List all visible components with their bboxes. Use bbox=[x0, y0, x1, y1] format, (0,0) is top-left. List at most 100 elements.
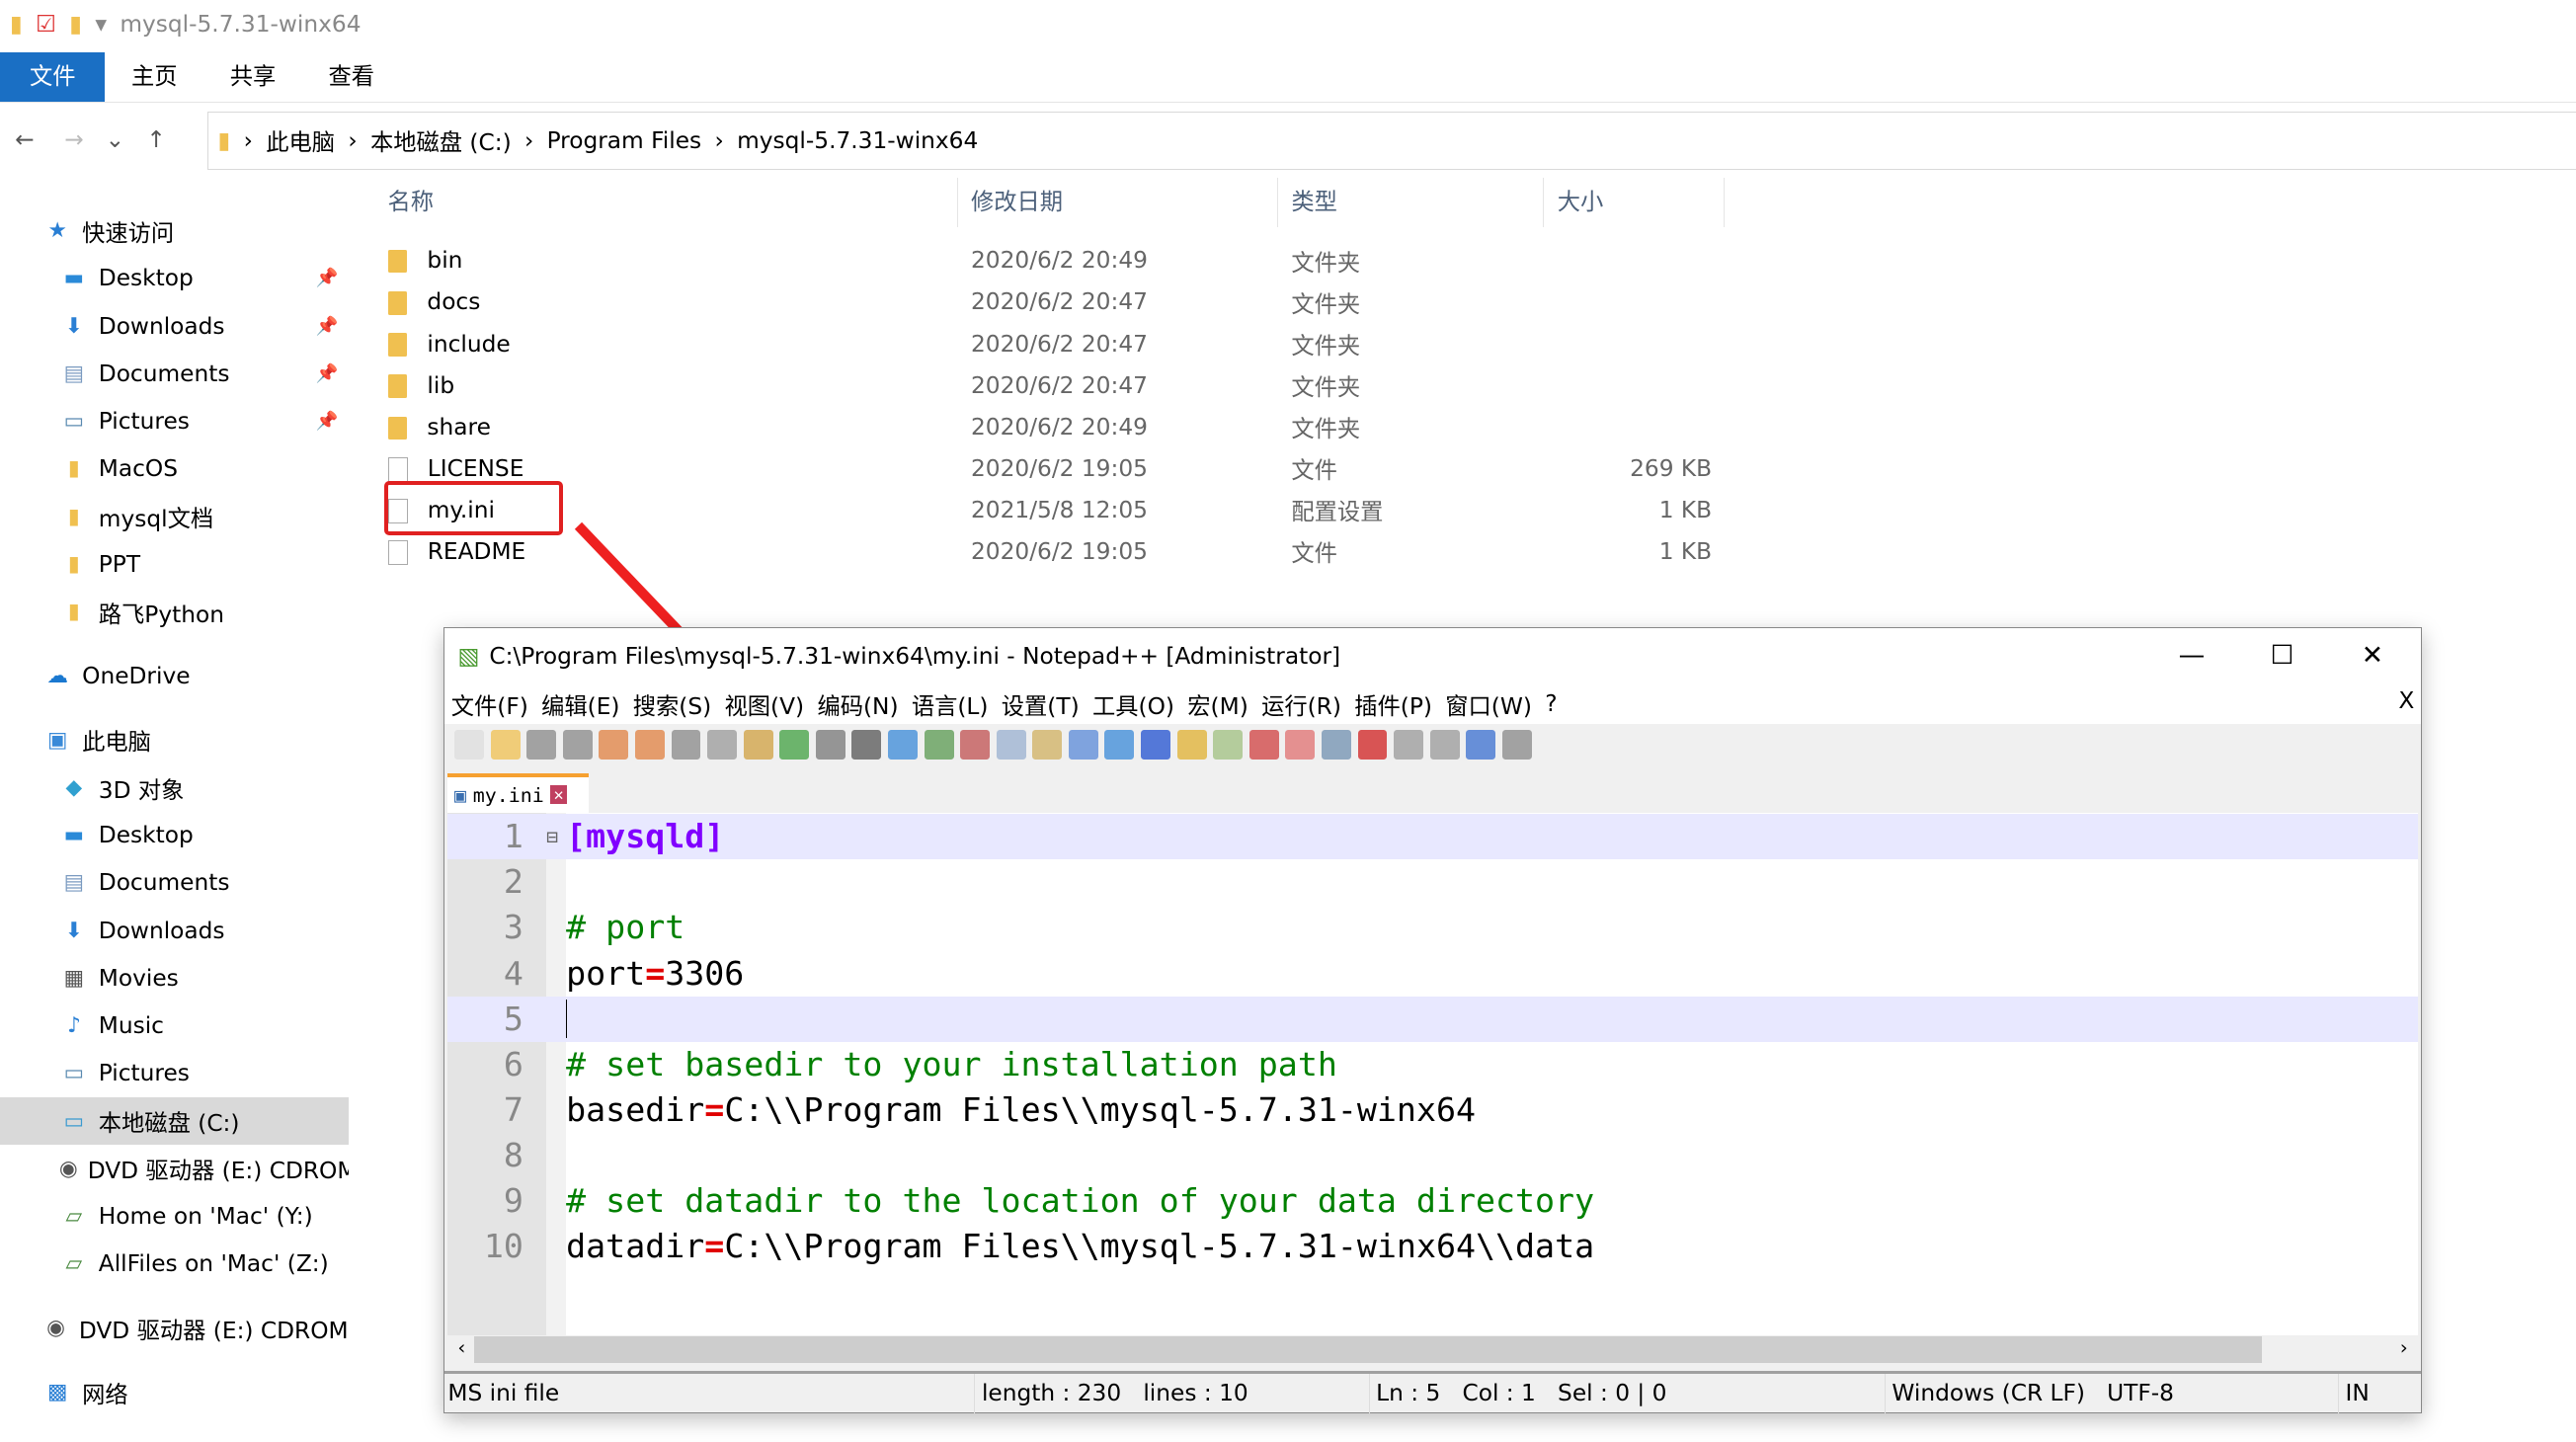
menu-item[interactable]: 插件(P) bbox=[1354, 687, 1432, 721]
code-token: [mysqld] bbox=[566, 817, 725, 856]
code-token: # set datadir to the location of your da… bbox=[566, 1180, 1595, 1220]
tab-my-ini[interactable]: ▣ my.ini ✕ bbox=[447, 772, 590, 813]
code-token: = bbox=[704, 1089, 725, 1129]
toolbar-button-icon[interactable] bbox=[779, 730, 810, 761]
code-line: 8 bbox=[447, 1133, 2417, 1178]
document-tabs: ▣ my.ini ✕ bbox=[444, 766, 2422, 813]
toolbar-button-icon[interactable] bbox=[490, 730, 521, 761]
menu-item[interactable]: 宏(M) bbox=[1187, 687, 1248, 721]
toolbar-button-icon[interactable] bbox=[924, 730, 954, 761]
status-file-type: MS ini file bbox=[444, 1374, 976, 1414]
toolbar-button-icon[interactable] bbox=[1501, 730, 1532, 761]
maximize-button[interactable]: ☐ bbox=[2237, 628, 2327, 684]
notepad-plus-plus-window: ▧ C:\Program Files\mysql-5.7.31-winx64\m… bbox=[443, 627, 2423, 1414]
menu-item[interactable]: 工具(O) bbox=[1092, 687, 1174, 721]
menu-item[interactable]: 编辑(E) bbox=[541, 687, 619, 721]
toolbar-button-icon[interactable] bbox=[960, 730, 991, 761]
status-insert-mode: IN bbox=[2345, 1380, 2370, 1407]
code-line: 7 basedir=C:\\Program Files\\mysql-5.7.31… bbox=[447, 1087, 2417, 1133]
code-token: datadir bbox=[566, 1226, 705, 1265]
toolbar-button-icon[interactable] bbox=[1032, 730, 1063, 761]
code-token: = bbox=[645, 953, 666, 993]
code-token: port bbox=[566, 953, 646, 993]
toolbar-button-icon[interactable] bbox=[815, 730, 845, 761]
toolbar-button-icon[interactable] bbox=[526, 730, 557, 761]
close-button[interactable]: ✕ bbox=[2327, 628, 2417, 684]
menu-item[interactable]: 文件(F) bbox=[451, 687, 528, 721]
toolbar-button-icon[interactable] bbox=[1466, 730, 1496, 761]
code-token: # set basedir to your installation path bbox=[566, 1044, 1337, 1083]
code-token: basedir bbox=[566, 1089, 705, 1129]
toolbar-button-icon[interactable] bbox=[634, 730, 665, 761]
menu-item[interactable]: 运行(R) bbox=[1261, 687, 1341, 721]
toolbar-button-icon[interactable] bbox=[1248, 730, 1279, 761]
tab-label: my.ini bbox=[472, 782, 544, 807]
line-number: 6 bbox=[503, 1044, 523, 1083]
toolbar-button-icon[interactable] bbox=[454, 730, 484, 761]
status-length-lines: length : 230 lines : 10 bbox=[975, 1374, 1370, 1414]
menu-item[interactable]: ? bbox=[1545, 690, 1557, 717]
menu-item[interactable]: 设置(T) bbox=[1002, 687, 1080, 721]
fold-toggle-icon[interactable]: ⊟ bbox=[546, 814, 558, 859]
status-encoding: Windows (CR LF) UTF-8 bbox=[1886, 1374, 2339, 1414]
toolbar-button-icon[interactable] bbox=[1285, 730, 1316, 761]
line-number: 9 bbox=[503, 1180, 523, 1220]
minimize-button[interactable]: — bbox=[2146, 628, 2236, 684]
code-token: C:\\Program Files\\mysql-5.7.31-winx64\\… bbox=[724, 1226, 1595, 1265]
line-number: 5 bbox=[503, 999, 523, 1038]
menu-item[interactable]: 窗口(W) bbox=[1445, 687, 1532, 721]
code-token: # port bbox=[566, 908, 685, 947]
toolbar-button-icon[interactable] bbox=[562, 730, 593, 761]
menu-item[interactable]: 编码(N) bbox=[817, 687, 898, 721]
code-line: 3 # port bbox=[447, 905, 2417, 950]
toolbar-button-icon[interactable] bbox=[1176, 730, 1207, 761]
line-number: 7 bbox=[503, 1089, 523, 1129]
status-position: Ln : 5 Col : 1 Sel : 0 | 0 bbox=[1370, 1374, 1886, 1414]
line-number: 10 bbox=[483, 1226, 523, 1265]
code-line: 5 bbox=[447, 996, 2418, 1042]
line-number: 8 bbox=[503, 1135, 523, 1174]
code-line: 2 bbox=[447, 859, 2417, 905]
toolbar-button-icon[interactable] bbox=[1213, 730, 1244, 761]
toolbar-button-icon[interactable] bbox=[1394, 730, 1424, 761]
toolbar-button-icon[interactable] bbox=[851, 730, 882, 761]
horizontal-scrollbar[interactable]: ‹ › bbox=[447, 1334, 2418, 1365]
code-line: 1 ⊟ [mysqld] bbox=[447, 814, 2418, 860]
toolbar-button-icon[interactable] bbox=[1068, 730, 1098, 761]
line-number: 2 bbox=[503, 862, 523, 902]
menu-item[interactable]: 语言(L) bbox=[912, 687, 989, 721]
code-token: C:\\Program Files\\mysql-5.7.31-winx64 bbox=[724, 1089, 1477, 1129]
scrollbar-thumb[interactable] bbox=[474, 1336, 2262, 1363]
status-bar: MS ini file length : 230 lines : 10 Ln :… bbox=[444, 1371, 2422, 1414]
notepad-title-bar: ▧ C:\Program Files\mysql-5.7.31-winx64\m… bbox=[444, 628, 2422, 684]
toolbar-button-icon[interactable] bbox=[1357, 730, 1388, 761]
notepad-menu-bar: 文件(F) 编辑(E) 搜索(S) 视图(V) 编码(N) 语言(L) 设置(T) 工具(O)… bbox=[444, 683, 2422, 724]
line-number: 4 bbox=[503, 953, 523, 993]
notepad-app-icon: ▧ bbox=[457, 643, 480, 671]
line-number: 1 bbox=[503, 817, 523, 856]
toolbar-button-icon[interactable] bbox=[743, 730, 773, 761]
menu-item[interactable]: 视图(V) bbox=[725, 687, 805, 721]
line-number: 3 bbox=[503, 908, 523, 947]
toolbar-button-icon[interactable] bbox=[1429, 730, 1460, 761]
toolbar-button-icon[interactable] bbox=[1104, 730, 1135, 761]
toolbar-button-icon[interactable] bbox=[1141, 730, 1170, 761]
code-line: 6 # set basedir to your installation path bbox=[447, 1042, 2417, 1087]
toolbar-button-icon[interactable] bbox=[671, 730, 701, 761]
close-document-button[interactable]: X bbox=[2398, 687, 2414, 714]
toolbar-button-icon[interactable] bbox=[707, 730, 738, 761]
toolbar-button-icon[interactable] bbox=[996, 730, 1026, 761]
toolbar-button-icon[interactable] bbox=[599, 730, 629, 761]
tab-close-icon[interactable]: ✕ bbox=[550, 785, 567, 805]
notepad-toolbar bbox=[444, 723, 2422, 767]
save-icon: ▣ bbox=[454, 782, 467, 807]
toolbar-button-icon[interactable] bbox=[887, 730, 918, 761]
notepad-title: C:\Program Files\mysql-5.7.31-winx64\my.… bbox=[489, 643, 1341, 671]
code-token: = bbox=[704, 1226, 725, 1265]
code-editor[interactable]: 1 ⊟ [mysqld] 2 3 # port 4 port=3306 5 6 # set base… bbox=[447, 812, 2418, 1335]
code-token: 3306 bbox=[665, 953, 745, 993]
code-line: 10 datadir=C:\\Program Files\\mysql-5.7.3… bbox=[447, 1224, 2417, 1269]
toolbar-button-icon[interactable] bbox=[1321, 730, 1351, 761]
code-line: 4 port=3306 bbox=[447, 951, 2417, 997]
menu-item[interactable]: 搜索(S) bbox=[633, 687, 711, 721]
